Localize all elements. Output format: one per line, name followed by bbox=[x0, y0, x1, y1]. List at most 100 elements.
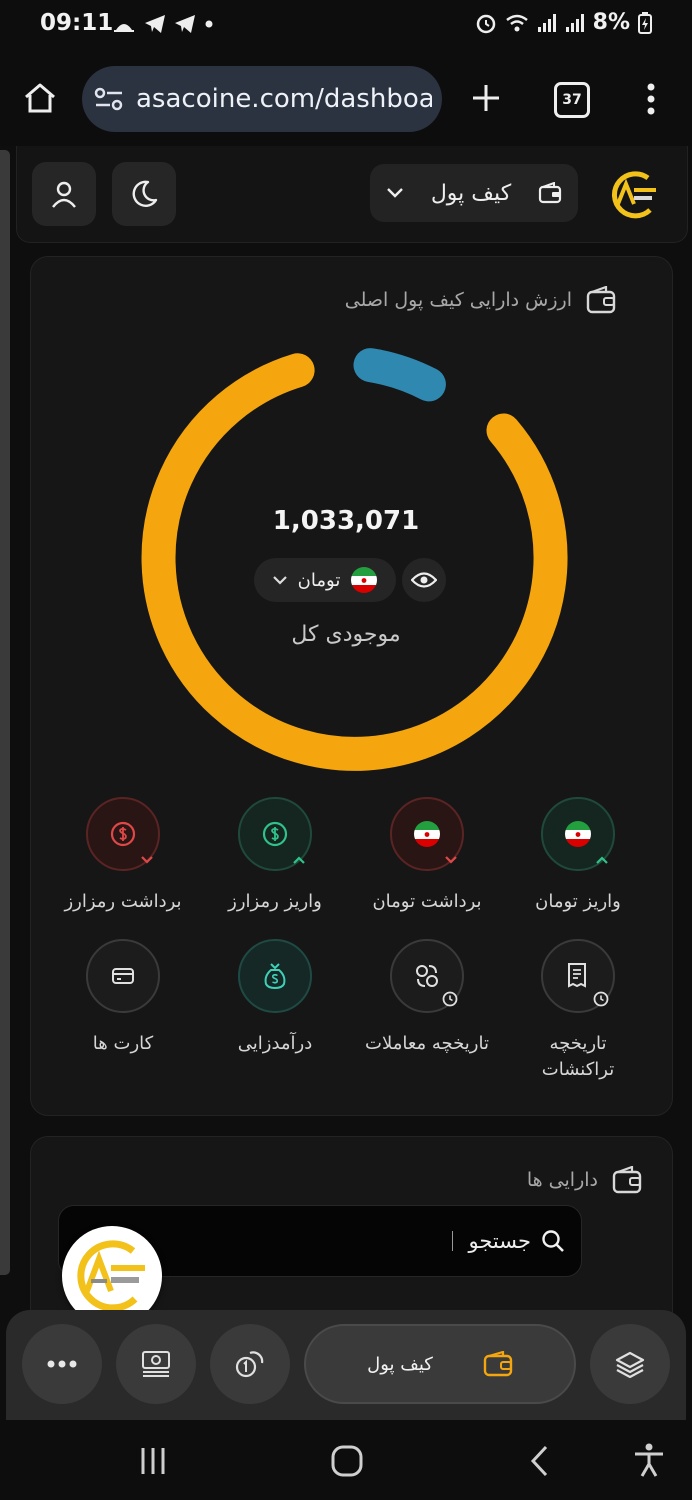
arrow-up-icon bbox=[596, 856, 608, 864]
battery-percent: 8% bbox=[592, 10, 630, 35]
wallet-icon bbox=[586, 286, 616, 314]
action-circle bbox=[86, 797, 160, 871]
action-label: کارت ها bbox=[92, 1033, 154, 1054]
action-circle bbox=[390, 939, 464, 1013]
chevron-down-icon bbox=[272, 576, 287, 585]
new-tab-button[interactable] bbox=[470, 82, 502, 114]
user-icon bbox=[52, 181, 76, 208]
action-label: واریز رمزارز bbox=[228, 891, 322, 912]
ace-logo-icon bbox=[77, 1240, 145, 1312]
text-cursor bbox=[451, 1231, 453, 1251]
site-settings-icon[interactable] bbox=[94, 86, 124, 112]
action-circle bbox=[86, 939, 160, 1013]
assets-title: دارایی ها bbox=[526, 1169, 598, 1191]
action-label: تاریخچه معاملات bbox=[365, 1033, 489, 1054]
battery-icon bbox=[638, 11, 652, 34]
history-icon bbox=[442, 991, 458, 1007]
money-bag-icon bbox=[264, 963, 286, 990]
home-icon bbox=[25, 83, 55, 113]
telegram-icon-2 bbox=[175, 15, 195, 33]
wifi-icon bbox=[505, 14, 528, 31]
credit-card-icon bbox=[112, 968, 134, 984]
status-time: 09:11 bbox=[40, 10, 114, 36]
plus-icon bbox=[473, 85, 499, 111]
iran-flag-icon bbox=[565, 821, 591, 847]
alarm-icon bbox=[476, 14, 495, 33]
telegram-icon bbox=[145, 15, 165, 33]
action-label: برداشت رمزارز bbox=[64, 891, 182, 912]
status-right: 8% bbox=[475, 10, 652, 35]
total-balance-amount: 1,033,071 bbox=[272, 506, 420, 536]
dot-icon bbox=[205, 20, 213, 28]
back-nav-button[interactable] bbox=[528, 1444, 552, 1478]
app-logo[interactable] bbox=[604, 166, 662, 224]
wallet-icon bbox=[483, 1351, 513, 1377]
deposit-crypto-action[interactable]: واریز رمزارز bbox=[200, 797, 350, 915]
url-text: asacoine.com/dashboa bbox=[136, 84, 432, 114]
action-label: تاریخچه تراکنشات bbox=[541, 1033, 615, 1080]
more-horiz-icon bbox=[47, 1360, 77, 1368]
theme-toggle-button[interactable] bbox=[112, 162, 176, 226]
url-bar[interactable]: asacoine.com/dashboa bbox=[82, 66, 442, 132]
nav-layers-button[interactable] bbox=[590, 1324, 670, 1404]
arrow-down-icon bbox=[141, 856, 153, 864]
profile-button[interactable] bbox=[32, 162, 96, 226]
assets-header: دارایی ها bbox=[527, 1166, 642, 1194]
tab-count-button[interactable]: 37 bbox=[554, 82, 590, 118]
earning-action[interactable]: درآمدزایی bbox=[200, 939, 350, 1057]
toggle-visibility-button[interactable] bbox=[402, 558, 446, 602]
action-label: برداشت تومان bbox=[372, 891, 482, 912]
donut-segment-secondary bbox=[353, 348, 446, 402]
trades-history-action[interactable]: تاریخچه معاملات bbox=[352, 939, 502, 1057]
iran-flag-icon bbox=[351, 567, 378, 593]
action-label: واریز تومان bbox=[535, 891, 621, 912]
action-circle bbox=[541, 939, 615, 1013]
nav-more-button[interactable] bbox=[22, 1324, 102, 1404]
home-button[interactable] bbox=[22, 80, 58, 116]
history-icon bbox=[593, 991, 609, 1007]
arrow-up-icon bbox=[293, 856, 305, 864]
nav-wallet-label: کیف پول bbox=[367, 1353, 433, 1375]
status-bar: 09:11 8% bbox=[0, 0, 692, 54]
arrow-down-icon bbox=[445, 856, 457, 864]
recent-apps-icon bbox=[141, 1448, 165, 1474]
back-icon bbox=[530, 1445, 548, 1477]
nav-coins-button[interactable] bbox=[210, 1324, 290, 1404]
currency-label: تومان bbox=[297, 569, 341, 591]
search-placeholder: جستجو bbox=[468, 1229, 531, 1253]
card-header: ارزش دارایی کیف پول اصلی bbox=[345, 286, 616, 314]
action-circle bbox=[541, 797, 615, 871]
signal-icon-2 bbox=[565, 13, 584, 32]
wallet-select[interactable]: کیف پول bbox=[370, 164, 578, 222]
nav-money-button[interactable] bbox=[116, 1324, 196, 1404]
coins-icon bbox=[235, 1351, 264, 1378]
wallet-select-label: کیف پول bbox=[430, 180, 512, 206]
action-circle bbox=[390, 797, 464, 871]
layers-icon bbox=[615, 1351, 645, 1378]
nav-wallet-button[interactable]: کیف پول bbox=[304, 1324, 576, 1404]
currency-selector[interactable]: تومان bbox=[254, 558, 396, 602]
wallet-icon bbox=[538, 182, 562, 204]
transactions-history-action[interactable]: تاریخچه تراکنشات bbox=[503, 939, 653, 1083]
browser-menu-button[interactable] bbox=[640, 82, 662, 116]
action-circle bbox=[238, 797, 312, 871]
withdraw-crypto-action[interactable]: برداشت رمزارز bbox=[48, 797, 198, 915]
total-balance-label: موجودی کل bbox=[291, 622, 401, 647]
action-label: درآمدزایی bbox=[237, 1033, 313, 1054]
deposit-toman-action[interactable]: واریز تومان bbox=[503, 797, 653, 915]
status-notification-icons bbox=[112, 14, 214, 34]
home-nav-button[interactable] bbox=[330, 1444, 364, 1478]
banknote-icon bbox=[142, 1351, 170, 1377]
cards-action[interactable]: کارت ها bbox=[48, 939, 198, 1057]
withdraw-toman-action[interactable]: برداشت تومان bbox=[352, 797, 502, 915]
weather-icon bbox=[114, 24, 134, 32]
action-circle bbox=[238, 939, 312, 1013]
signal-icon bbox=[537, 13, 556, 32]
accessibility-button[interactable] bbox=[632, 1442, 666, 1478]
accessibility-icon bbox=[635, 1443, 663, 1477]
dollar-coin-icon bbox=[262, 821, 288, 847]
page-scrollbar[interactable] bbox=[0, 150, 10, 1275]
recent-apps-button[interactable] bbox=[138, 1446, 168, 1476]
home-circle-icon bbox=[331, 1445, 363, 1477]
chevron-down-icon bbox=[387, 188, 403, 198]
